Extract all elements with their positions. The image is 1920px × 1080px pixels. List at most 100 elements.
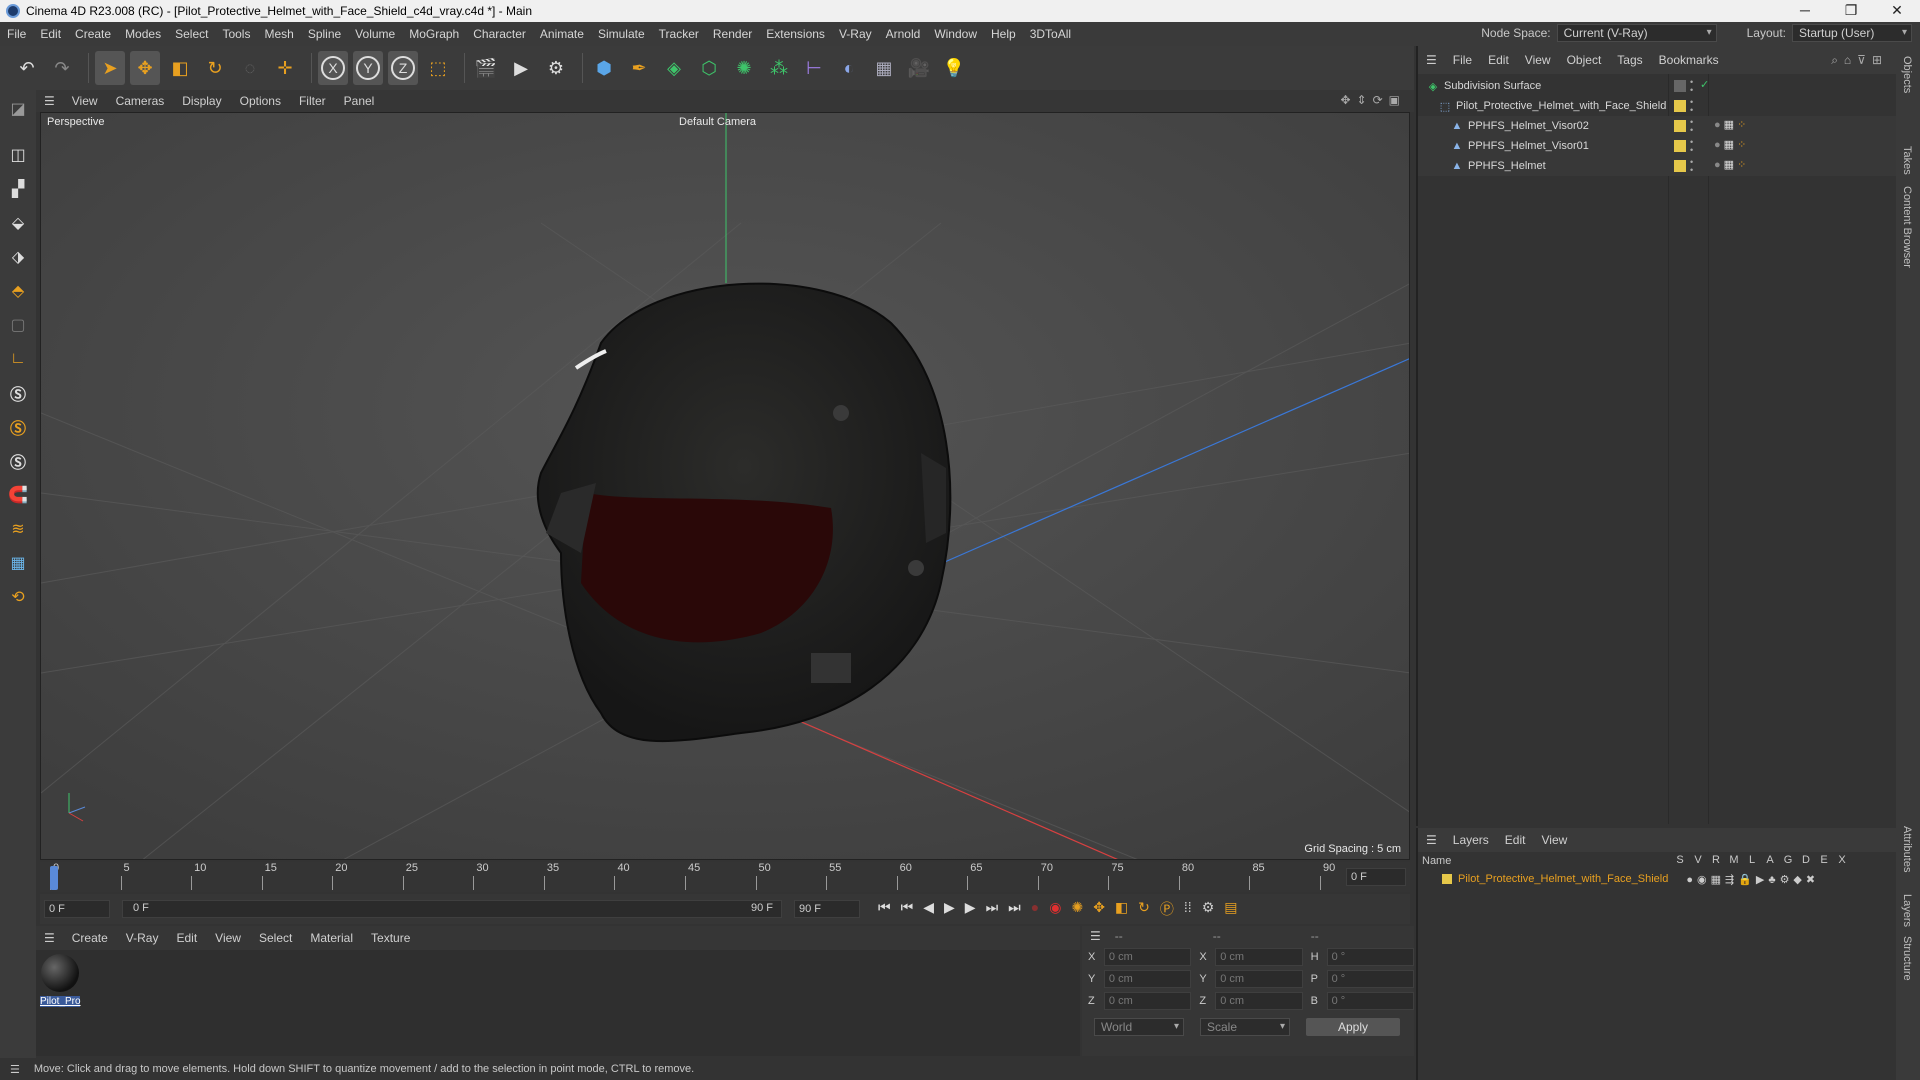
edge-mode-button[interactable]: ⬗ (3, 242, 33, 272)
obj-menu-view[interactable]: View (1517, 53, 1559, 67)
obj-menu-tags[interactable]: Tags (1609, 53, 1650, 67)
menu-volume[interactable]: Volume (348, 27, 402, 41)
enabled-check-icon[interactable]: ✓ (1700, 78, 1709, 91)
material-tags-icons[interactable]: ●▦⁘ (1714, 138, 1749, 151)
object-row[interactable]: ▲ PPHFS_Helmet_Visor01 • • ●▦⁘ (1418, 136, 1896, 156)
visibility-dots-icon[interactable]: • • (1690, 118, 1693, 135)
menu-tracker[interactable]: Tracker (652, 27, 706, 41)
make-editable-button[interactable]: ◪ (3, 94, 33, 124)
menu-spline[interactable]: Spline (301, 27, 348, 41)
prev-key-icon[interactable]: ⏮ (901, 899, 914, 919)
start-frame-field[interactable]: 0 F (44, 900, 110, 918)
polygon-mode-button[interactable]: ⬘ (3, 276, 33, 306)
side-tab-attributes[interactable]: Attributes (1901, 826, 1913, 872)
coord-value-field[interactable]: 0 ° (1326, 992, 1414, 1010)
mat-menu-create[interactable]: Create (63, 931, 117, 945)
model-mode-button[interactable]: ◫ (3, 140, 33, 170)
mat-menu-select[interactable]: Select (250, 931, 301, 945)
soft-selection-button[interactable]: Ⓢ (3, 412, 33, 442)
y-axis-button[interactable]: Y (353, 51, 383, 85)
select-tool-button[interactable]: ➤ (95, 51, 125, 85)
object-name[interactable]: PPHFS_Helmet (1468, 160, 1546, 172)
object-name[interactable]: PPHFS_Helmet_Visor01 (1468, 140, 1589, 152)
mat-menu-view[interactable]: View (206, 931, 250, 945)
deformer-button[interactable]: ⊢ (799, 51, 829, 85)
render-settings-button[interactable]: ⚙ (541, 51, 571, 85)
viewport-menu-display[interactable]: Display (173, 94, 230, 108)
light-button[interactable]: 💡 (939, 51, 969, 85)
go-to-end-icon[interactable]: ⏭ (1008, 899, 1021, 919)
layer-menu-view[interactable]: View (1533, 833, 1575, 847)
keyframe-mode-icon[interactable]: ✺ (1071, 899, 1083, 919)
menu-file[interactable]: File (0, 27, 33, 41)
texture-mode-button[interactable]: ▞ (3, 174, 33, 204)
menu-arnold[interactable]: Arnold (879, 27, 928, 41)
coord-value-field[interactable]: 0 cm (1103, 970, 1192, 988)
obj-search-filter-icons[interactable]: ⌕⌂⊽⊞ (1831, 53, 1888, 68)
object-name[interactable]: Subdivision Surface (1444, 80, 1541, 92)
menu-render[interactable]: Render (706, 27, 759, 41)
layer-color-swatch[interactable] (1674, 120, 1686, 132)
status-hamburger-icon[interactable]: ☰ (0, 1063, 30, 1076)
x-axis-button[interactable]: X (318, 51, 348, 85)
menu-mesh[interactable]: Mesh (257, 27, 300, 41)
layer-flag-header[interactable]: M (1728, 854, 1740, 866)
material-hamburger-icon[interactable]: ☰ (36, 931, 63, 945)
mat-menu-material[interactable]: Material (301, 931, 362, 945)
material-tags-icons[interactable]: ●▦⁘ (1714, 158, 1749, 171)
menu-help[interactable]: Help (984, 27, 1023, 41)
axis-mode-button[interactable]: ∟ (3, 344, 33, 374)
rotate-tool-button[interactable]: ↻ (200, 51, 230, 85)
object-row[interactable]: ⬚ Pilot_Protective_Helmet_with_Face_Shiel… (1418, 96, 1896, 116)
coord-transform-dropdown[interactable]: Scale (1200, 1018, 1290, 1036)
uv-mode-button[interactable]: ▢ (3, 310, 33, 340)
layer-menu-layers[interactable]: Layers (1445, 833, 1497, 847)
transform-tool-button[interactable]: ✛ (270, 51, 300, 85)
field-button[interactable]: ◐ (834, 51, 864, 85)
prev-frame-icon[interactable]: ◀ (923, 899, 934, 919)
camera-label[interactable]: Default Camera (679, 116, 756, 128)
frame-range-slider[interactable]: 0 F 90 F (122, 900, 782, 918)
scale-tool-button[interactable]: ◧ (165, 51, 195, 85)
obj-hamburger-icon[interactable]: ☰ (1418, 53, 1445, 67)
point-mode-button[interactable]: ⬙ (3, 208, 33, 238)
viewport-nav-icons[interactable]: ✥⇕⟳▣ (1340, 93, 1406, 107)
layer-flag-header[interactable]: V (1692, 854, 1704, 866)
viewport-menu-filter[interactable]: Filter (290, 94, 335, 108)
magnet-button[interactable]: 🧲 (3, 480, 33, 510)
locked-workplane-button[interactable]: ⟲ (3, 582, 33, 612)
mat-menu-edit[interactable]: Edit (167, 931, 206, 945)
redo-button[interactable]: ↷ (47, 51, 77, 85)
mat-menu-texture[interactable]: Texture (362, 931, 419, 945)
layer-color-swatch[interactable] (1674, 140, 1686, 152)
perspective-viewport[interactable]: Perspective Default Camera Grid Spacing … (40, 112, 1410, 860)
current-frame-field[interactable]: 0 F (1346, 868, 1406, 886)
playhead[interactable] (50, 866, 58, 890)
extrude-button[interactable]: ⬡ (694, 51, 724, 85)
camera-button[interactable]: 🎥 (904, 51, 934, 85)
record-icon[interactable]: ◉ (1049, 899, 1061, 919)
layer-name[interactable]: Pilot_Protective_Helmet_with_Face_Shield (1458, 873, 1668, 885)
coord-value-field[interactable]: 0 cm (1103, 992, 1192, 1010)
side-tab-layers[interactable]: Layers (1901, 894, 1913, 927)
object-name[interactable]: PPHFS_Helmet_Visor02 (1468, 120, 1589, 132)
play-icon[interactable]: ▶ (944, 899, 955, 919)
obj-menu-edit[interactable]: Edit (1480, 53, 1517, 67)
viewport-menu-options[interactable]: Options (231, 94, 290, 108)
menu-window[interactable]: Window (927, 27, 984, 41)
node-space-dropdown[interactable]: Current (V-Ray) (1556, 24, 1717, 42)
layer-flag-header[interactable]: A (1764, 854, 1776, 866)
layer-color-swatch[interactable] (1674, 100, 1686, 112)
coordinate-system-button[interactable]: ⬚ (423, 51, 453, 85)
menu-tools[interactable]: Tools (215, 27, 257, 41)
obj-menu-file[interactable]: File (1445, 53, 1480, 67)
viewport-menu-view[interactable]: View (63, 94, 107, 108)
cloner-button[interactable]: ✺ (729, 51, 759, 85)
menu-vray[interactable]: V-Ray (832, 27, 879, 41)
cube-button[interactable]: ⬢ (589, 51, 619, 85)
subdivision-button[interactable]: ◈ (659, 51, 689, 85)
coords-hamburger-icon[interactable]: ☰ (1082, 929, 1109, 943)
layer-menu-edit[interactable]: Edit (1497, 833, 1534, 847)
layer-color-swatch[interactable] (1674, 160, 1686, 172)
menu-mograph[interactable]: MoGraph (402, 27, 466, 41)
